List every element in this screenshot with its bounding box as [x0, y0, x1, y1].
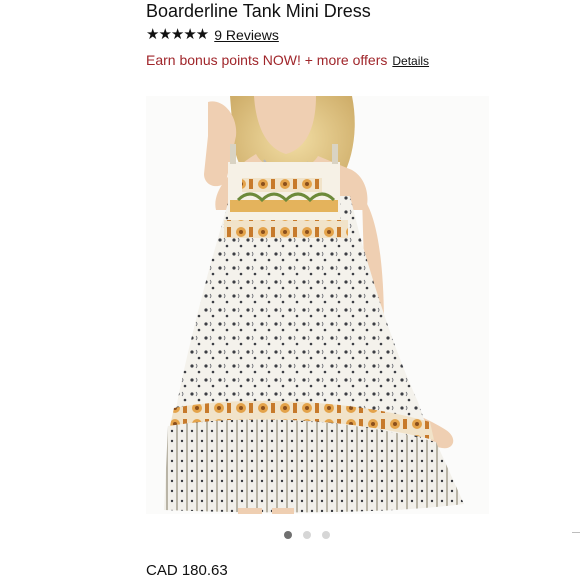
rating-row: ★★★★★ 9 Reviews — [146, 26, 279, 44]
carousel-dot-2[interactable] — [303, 531, 311, 539]
carousel-dot-3[interactable] — [322, 531, 330, 539]
details-link[interactable]: Details — [392, 54, 429, 68]
promo-row: Earn bonus points NOW! + more offers Det… — [146, 52, 429, 68]
product-title: Boarderline Tank Mini Dress — [146, 1, 371, 21]
product-image[interactable] — [146, 96, 489, 514]
product-price: CAD 180.63 — [146, 562, 228, 579]
edge-divider — [572, 532, 580, 533]
reviews-link[interactable]: 9 Reviews — [214, 27, 279, 43]
star-rating-icon: ★★★★★ — [146, 26, 209, 43]
carousel-dot-1[interactable] — [284, 531, 292, 539]
carousel-pagination — [284, 531, 330, 539]
promo-offer-text: Earn bonus points NOW! + more offers — [146, 52, 388, 68]
